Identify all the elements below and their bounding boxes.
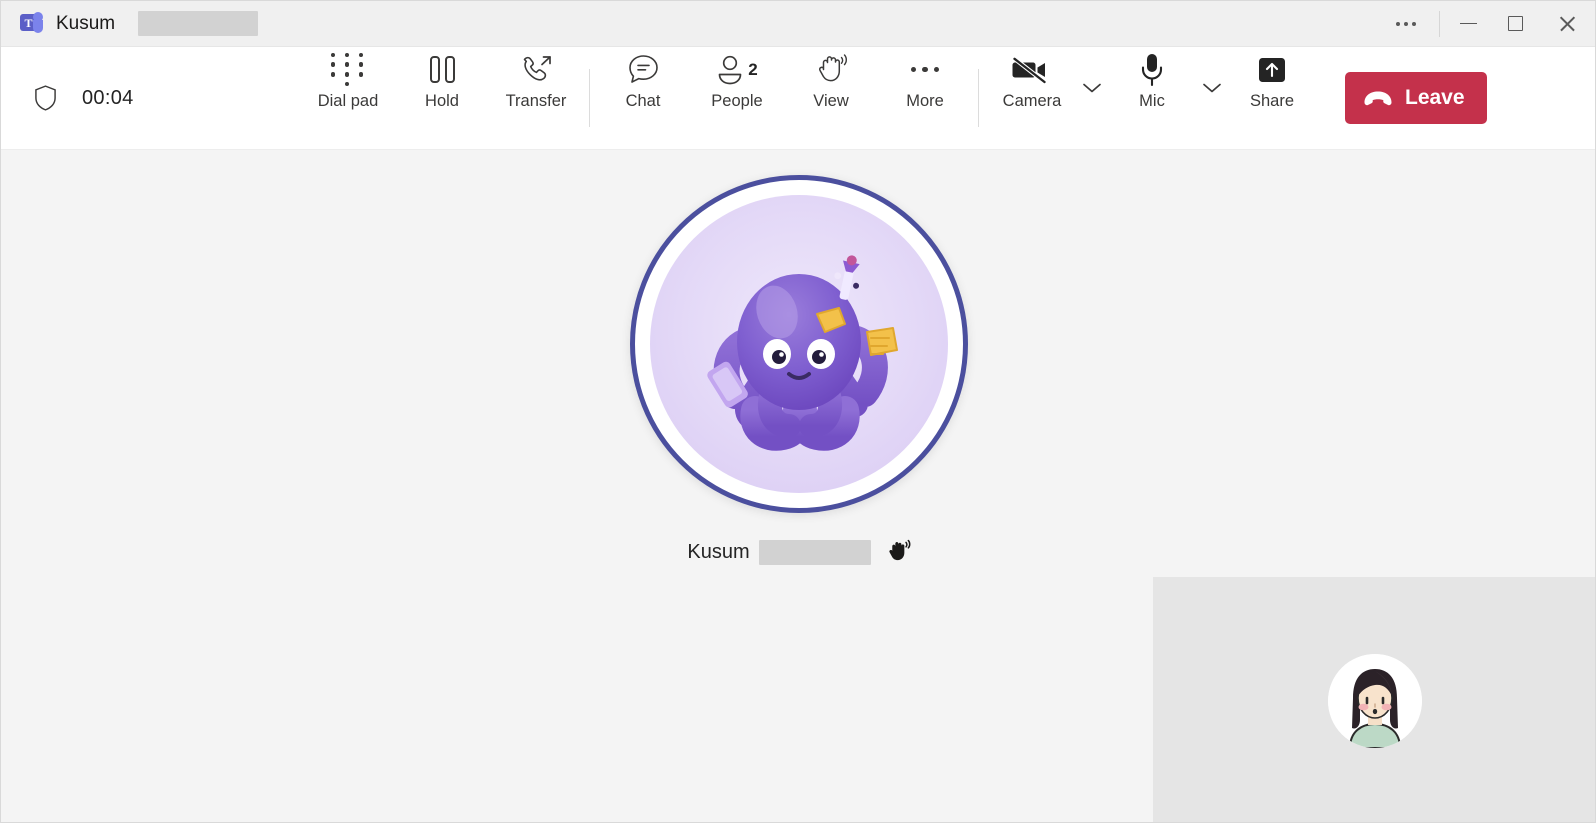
dial-pad-label: Dial pad [317,91,379,110]
window-more-options-button[interactable] [1378,1,1434,47]
chevron-down-icon [1203,83,1221,92]
teams-call-window: T Kusum 00:04 Dial pad Hold Transfer Cha… [0,0,1596,823]
chat-label: Chat [625,91,661,110]
mic-options-dropdown[interactable] [1199,47,1225,107]
person-icon [718,55,742,85]
teams-logo-icon: T [20,12,43,35]
call-transfer-icon [523,55,551,81]
camera-button[interactable]: Camera [985,47,1079,111]
octopus-avatar-illustration [707,255,898,451]
share-button[interactable]: Share [1225,47,1319,111]
title-bar-left: T Kusum [1,11,1378,36]
mic-label: Mic [1139,91,1165,110]
close-icon [1558,14,1577,33]
mic-button[interactable]: Mic [1105,47,1199,111]
people-label: People [711,91,763,110]
window-title-redacted-block [138,11,259,36]
woman-avatar [1328,653,1422,748]
chat-button[interactable]: Chat [596,47,690,111]
hangup-icon [1364,91,1392,105]
dial-pad-button[interactable]: Dial pad [301,47,395,111]
share-label: Share [1249,91,1295,110]
participant-name-row: Kusum [687,539,911,565]
maximize-icon [1508,16,1523,31]
chat-bubble-icon [628,55,658,83]
woman-avatar-illustration [1328,653,1422,748]
minimize-button[interactable] [1445,1,1492,47]
microphone-icon [1141,53,1163,86]
more-button[interactable]: More [878,47,972,111]
view-label: View [813,91,849,110]
main-participant-tile[interactable]: Kusum [1,150,1595,580]
toolbar-left-group: 00:04 [1,84,301,112]
view-button[interactable]: View [784,47,878,111]
participant-name: Kusum [687,540,750,563]
share-screen-icon [1259,57,1285,82]
participant-avatar-ring [630,175,968,513]
hold-button[interactable]: Hold [395,47,489,111]
raised-hand-icon [818,53,847,81]
window-controls-divider [1439,10,1440,37]
toolbar-divider-1 [589,69,590,127]
toolbar-divider-2 [978,69,979,127]
camera-options-dropdown[interactable] [1079,47,1105,107]
window-title: Kusum [56,12,116,34]
close-button[interactable] [1539,1,1595,47]
octopus-avatar [650,195,948,493]
leave-button-wrapper: Leave [1345,47,1487,150]
self-view-tile[interactable] [1153,577,1595,822]
transfer-button[interactable]: Transfer [489,47,583,111]
leave-call-button[interactable]: Leave [1345,72,1487,124]
raised-hand-filled-icon [888,539,911,561]
camera-label: Camera [1002,91,1062,110]
toolbar-center-group: Dial pad Hold Transfer Chat 2 People Vie… [301,47,1595,150]
shield-icon [35,85,56,111]
more-dots-icon [1396,21,1416,26]
leave-button-label: Leave [1405,86,1465,109]
chevron-down-icon [1083,83,1101,92]
minimize-icon [1460,22,1477,25]
camera-off-icon [1012,55,1048,85]
maximize-button[interactable] [1492,1,1539,47]
more-label: More [906,91,944,110]
more-dots-icon [910,66,940,73]
pause-icon [429,56,455,83]
participant-name-redacted-block [758,539,871,565]
call-timer: 00:04 [82,86,134,109]
dial-pad-icon [330,52,366,87]
window-controls [1378,1,1595,46]
call-stage: Kusum [1,150,1595,822]
hold-label: Hold [425,91,459,110]
hand-raised-indicator [885,539,911,565]
transfer-label: Transfer [505,91,567,110]
people-count-badge: 2 [748,60,758,79]
people-button[interactable]: 2 People [690,47,784,111]
call-controls-toolbar: 00:04 Dial pad Hold Transfer Chat 2 Peop… [1,47,1595,150]
title-bar: T Kusum [1,1,1595,47]
